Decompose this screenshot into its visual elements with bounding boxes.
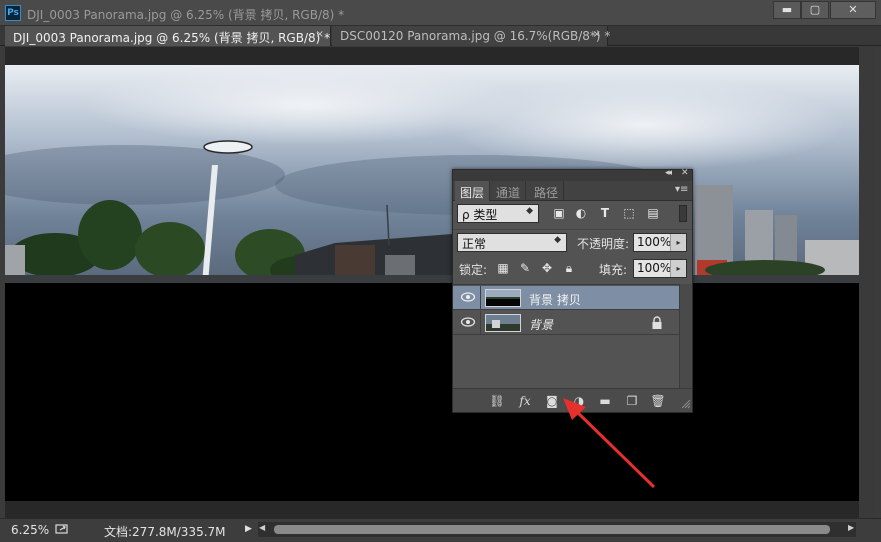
adjustment-filter-icon[interactable]: ◐ [573,205,589,221]
blend-row: 正常 ◆ 不透明度: 100% ▸ [453,229,692,253]
tab-layers[interactable]: 图层 [455,181,491,201]
tab-channels[interactable]: 通道 [491,181,527,201]
type-filter-icon[interactable]: T [597,205,613,221]
new-group-icon[interactable]: ▬ [596,393,614,409]
shape-filter-icon[interactable]: ⬚ [621,205,637,221]
lock-position-icon[interactable]: ✥ [539,260,555,276]
lock-icon[interactable] [651,316,663,330]
opacity-value: 100% [637,235,672,249]
document-canvas[interactable] [5,65,860,501]
tab-label: DJI_0003 Panorama.jpg @ 6.25% (背景 拷贝, RG… [13,31,331,45]
panorama-image [5,65,860,283]
layer-row-background[interactable]: 背景 [453,311,679,335]
pixel-filter-icon[interactable]: ▣ [551,205,567,221]
tab-dji-0003[interactable]: DJI_0003 Panorama.jpg @ 6.25% (背景 拷贝, RG… [5,26,331,46]
window-title: DJI_0003 Panorama.jpg @ 6.25% (背景 拷贝, RG… [27,8,345,22]
lock-row: 锁定: ▦ ✎ ✥ 🔒︎ 填充: 100% ▸ [453,256,692,280]
panel-menu-icon[interactable]: ▾≡ [675,184,688,195]
layer-name[interactable]: 背景 [529,316,553,333]
thumbnail-image [486,290,520,306]
title-bar: Ps DJI_0003 Panorama.jpg @ 6.25% (背景 拷贝,… [0,0,881,26]
panel-tabs: 图层 通道 路径 ▾≡ [453,181,692,201]
lock-label: 锁定: [459,263,488,277]
panel-drag-bar[interactable]: ◂◂ ✕ [453,168,692,181]
tab-dsc00120[interactable]: DSC00120 Panorama.jpg @ 16.7%(RGB/8*) * … [332,26,611,46]
adjustment-layer-icon[interactable]: ◑ [570,393,588,409]
blend-mode-select[interactable]: 正常 ◆ [457,233,567,252]
tab-paths[interactable]: 路径 [529,181,565,201]
horizontal-scrollbar[interactable]: ◀ ▶ [258,522,856,537]
scroll-thumb[interactable] [274,525,830,534]
panel-footer: ⛓ fx ◙ ◑ ▬ ❐ 🗑︎ [453,388,692,412]
fill-field[interactable]: 100% ▸ [633,259,687,278]
layers-panel: ◂◂ ✕ 图层 通道 路径 ▾≡ ρ 类型 ◆ ▣ ◐ T ⬚ ▤ 正常 ◆ 不… [452,168,693,413]
smart-object-filter-icon[interactable]: ▤ [645,205,661,221]
collapse-panel-icon[interactable]: ◂◂ [665,168,672,178]
close-panel-icon[interactable]: ✕ [681,168,689,178]
lock-image-pixels-icon[interactable]: ✎ [517,260,533,276]
photoshop-logo-icon: Ps [5,5,21,21]
layer-list-scrollbar[interactable] [679,284,692,388]
chevron-updown-icon: ◆ [554,235,561,245]
add-mask-icon[interactable]: ◙ [543,393,561,409]
kind-filter-value: ρ 类型 [462,208,498,222]
fx-icon[interactable]: fx [516,393,534,409]
filter-toggle-switch[interactable] [679,205,687,222]
eye-icon[interactable] [461,317,475,327]
resize-grip-icon[interactable] [681,399,691,409]
layer-thumbnail [485,289,521,307]
tab-close-icon[interactable]: × [316,29,324,40]
status-menu-arrow-icon[interactable]: ▶ [245,524,252,534]
maximize-button[interactable]: ▢ [801,1,829,19]
document-tab-bar: DJI_0003 Panorama.jpg @ 6.25% (背景 拷贝, RG… [0,26,881,46]
scroll-right-icon[interactable]: ▶ [848,523,854,532]
lock-transparency-icon[interactable]: ▦ [495,260,511,276]
tab-label: DSC00120 Panorama.jpg @ 16.7%(RGB/8*) * [340,29,611,43]
opacity-label: 不透明度: [577,237,630,251]
minimize-button[interactable]: ▬ [773,1,801,19]
canvas-area[interactable] [5,47,874,518]
opacity-field[interactable]: 100% ▸ [633,233,687,252]
layer-name[interactable]: 背景 拷贝 [529,291,581,308]
layer-row-background-copy[interactable]: 背景 拷贝 [453,286,679,310]
new-layer-icon[interactable]: ❐ [623,393,641,409]
vertical-scrollbar[interactable] [859,47,874,518]
layer-list: 背景 拷贝 背景 [453,284,679,388]
delete-layer-icon[interactable]: 🗑︎ [649,393,667,409]
chevron-right-icon[interactable]: ▸ [670,260,686,277]
layer-thumbnail [485,314,521,332]
fill-value: 100% [637,261,672,275]
chevron-updown-icon: ◆ [526,206,533,216]
blend-mode-value: 正常 [462,237,487,251]
zoom-level[interactable]: 6.25% [11,523,49,537]
fill-label: 填充: [599,263,628,277]
filter-row: ρ 类型 ◆ ▣ ◐ T ⬚ ▤ [453,202,692,226]
close-window-button[interactable]: ✕ [830,1,876,19]
share-icon[interactable] [55,523,69,535]
scroll-left-icon[interactable]: ◀ [259,523,265,532]
thumbnail-image [486,315,520,331]
chevron-right-icon[interactable]: ▸ [670,234,686,251]
divider [480,286,481,310]
eye-icon[interactable] [461,292,475,302]
status-bar: 6.25% 文档:277.8M/335.7M ▶ ◀ ▶ [0,518,881,542]
lock-all-icon[interactable]: 🔒︎ [561,260,577,276]
divider [480,311,481,335]
kind-filter-select[interactable]: ρ 类型 ◆ [457,204,539,223]
document-size-info: 文档:277.8M/335.7M [104,525,226,539]
link-layers-icon[interactable]: ⛓ [488,393,506,409]
tab-close-icon[interactable]: × [593,29,601,40]
